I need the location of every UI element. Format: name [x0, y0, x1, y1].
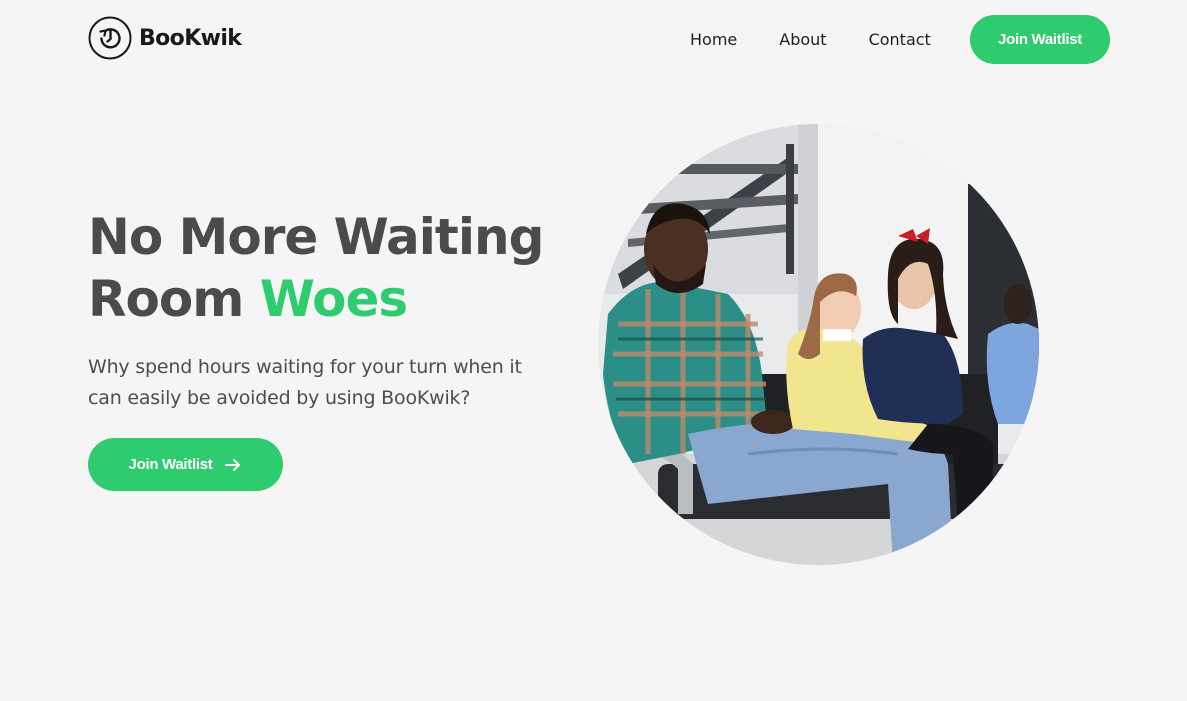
- hero-image: [598, 124, 1039, 565]
- nav-link-contact[interactable]: Contact: [869, 30, 931, 50]
- join-waitlist-nav-button[interactable]: Join Waitlist: [970, 15, 1110, 64]
- brand-name: BooKwik: [139, 25, 242, 51]
- clock-rewind-icon: [88, 16, 132, 60]
- hero-title-line1: No More Waiting: [88, 208, 544, 266]
- nav-link-about[interactable]: About: [779, 30, 826, 50]
- main-nav: Home About Contact: [690, 30, 931, 50]
- hero-title-accent: Woes: [259, 270, 408, 328]
- brand-logo-link[interactable]: BooKwik: [88, 16, 242, 60]
- hero-title-line2: Room: [88, 270, 260, 328]
- hero-subtitle: Why spend hours waiting for your turn wh…: [88, 356, 522, 409]
- arrow-right-icon: [225, 458, 241, 471]
- nav-link-home[interactable]: Home: [690, 30, 737, 50]
- waiting-room-photo: [598, 124, 1039, 565]
- hero-title: No More Waiting Room Woes: [88, 206, 544, 330]
- join-waitlist-hero-button[interactable]: Join Waitlist: [88, 438, 283, 491]
- navbar: BooKwik Home About Contact Join Waitlist: [0, 0, 1187, 80]
- join-waitlist-hero-label: Join Waitlist: [128, 456, 213, 473]
